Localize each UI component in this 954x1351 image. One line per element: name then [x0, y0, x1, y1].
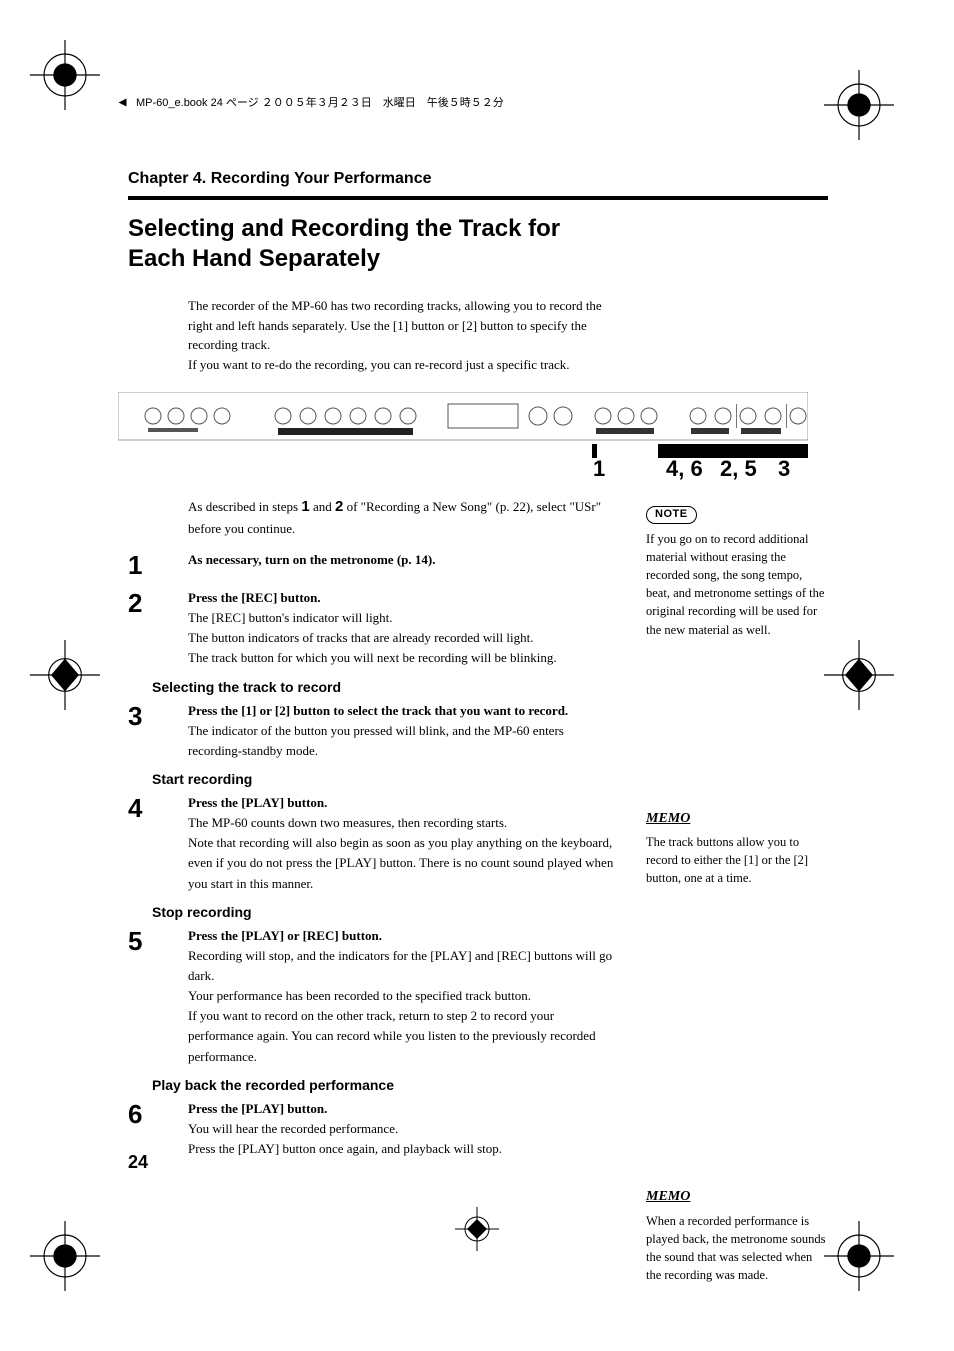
running-head: MP-60_e.book 24 ページ ２００５年３月２３日 水曜日 午後５時５…	[118, 94, 504, 110]
step-lead: Press the [PLAY] or [REC] button.	[188, 926, 618, 946]
intro-paragraph: The recorder of the MP-60 has two record…	[188, 296, 618, 355]
subhead-selecting-track: Selecting the track to record	[152, 679, 618, 695]
step-text: If you want to record on the other track…	[188, 1006, 618, 1066]
arrow-icon	[117, 96, 132, 108]
note-label: NOTE	[646, 506, 697, 524]
memo-text: The track buttons allow you to record to…	[646, 833, 826, 887]
step-number: 5	[128, 926, 174, 1067]
registration-mark-icon	[30, 40, 100, 110]
step-lead: Press the [1] or [2] button to select th…	[188, 701, 618, 721]
step-lead: Press the [PLAY] button.	[188, 793, 618, 813]
chapter-label: Chapter 4. Recording Your Performance	[128, 170, 828, 188]
step-text: Press the [PLAY] button once again, and …	[188, 1139, 618, 1159]
memo-label: MEMO	[646, 809, 826, 829]
step-text: You will hear the recorded performance.	[188, 1119, 618, 1139]
memo-label: MEMO	[646, 1187, 826, 1207]
step-lead: As necessary, turn on the metronome (p. …	[188, 552, 435, 567]
step-text: The indicator of the button you pressed …	[188, 721, 618, 761]
section-title: Selecting and Recording the Track for Ea…	[128, 214, 618, 274]
step-text: The [REC] button's indicator will light.	[188, 608, 618, 628]
step-text: The MP-60 counts down two measures, then…	[188, 813, 618, 833]
step-1: 1 As necessary, turn on the metronome (p…	[128, 550, 618, 578]
step-number: 3	[128, 701, 174, 761]
note-block: NOTE If you go on to record additional m…	[646, 504, 826, 639]
intro-paragraph: If you want to re-do the recording, you …	[188, 355, 618, 375]
step-number: 6	[128, 1099, 174, 1159]
subhead-play-back: Play back the recorded performance	[152, 1077, 618, 1093]
memo-block: MEMO The track buttons allow you to reco…	[646, 809, 826, 888]
note-text: If you go on to record additional materi…	[646, 530, 826, 639]
step-number: 2	[128, 588, 174, 669]
divider	[128, 196, 828, 200]
step-text: Recording will stop, and the indicators …	[188, 946, 618, 986]
svg-text:1: 1	[593, 456, 605, 481]
registration-mark-icon	[824, 1221, 894, 1291]
step-2: 2 Press the [REC] button. The [REC] butt…	[128, 588, 618, 669]
step-number: 4	[128, 793, 174, 894]
step-text: The button indicators of tracks that are…	[188, 628, 618, 648]
subhead-stop-recording: Stop recording	[152, 904, 618, 920]
page-number: 24	[128, 1152, 148, 1173]
running-head-text: MP-60_e.book 24 ページ ２００５年３月２３日 水曜日 午後５時５…	[136, 94, 504, 110]
memo-block: MEMO When a recorded performance is play…	[646, 1187, 826, 1284]
continue-note: As described in steps 1 and 2 of "Record…	[188, 496, 618, 538]
step-number: 1	[128, 550, 174, 578]
registration-mark-icon	[30, 1221, 100, 1291]
subhead-start-recording: Start recording	[152, 771, 618, 787]
step-3: 3 Press the [1] or [2] button to select …	[128, 701, 618, 761]
step-4: 4 Press the [PLAY] button. The MP-60 cou…	[128, 793, 618, 894]
step-5: 5 Press the [PLAY] or [REC] button. Reco…	[128, 926, 618, 1067]
registration-mark-icon	[30, 640, 100, 710]
step-lead: Press the [REC] button.	[188, 588, 618, 608]
step-text: The track button for which you will next…	[188, 648, 618, 668]
memo-text: When a recorded performance is played ba…	[646, 1212, 826, 1285]
step-text: Your performance has been recorded to th…	[188, 986, 618, 1006]
step-lead: Press the [PLAY] button.	[188, 1099, 618, 1119]
step-6: 6 Press the [PLAY] button. You will hear…	[128, 1099, 618, 1159]
registration-mark-icon	[824, 70, 894, 140]
registration-mark-icon	[824, 640, 894, 710]
step-text: Note that recording will also begin as s…	[188, 833, 618, 893]
